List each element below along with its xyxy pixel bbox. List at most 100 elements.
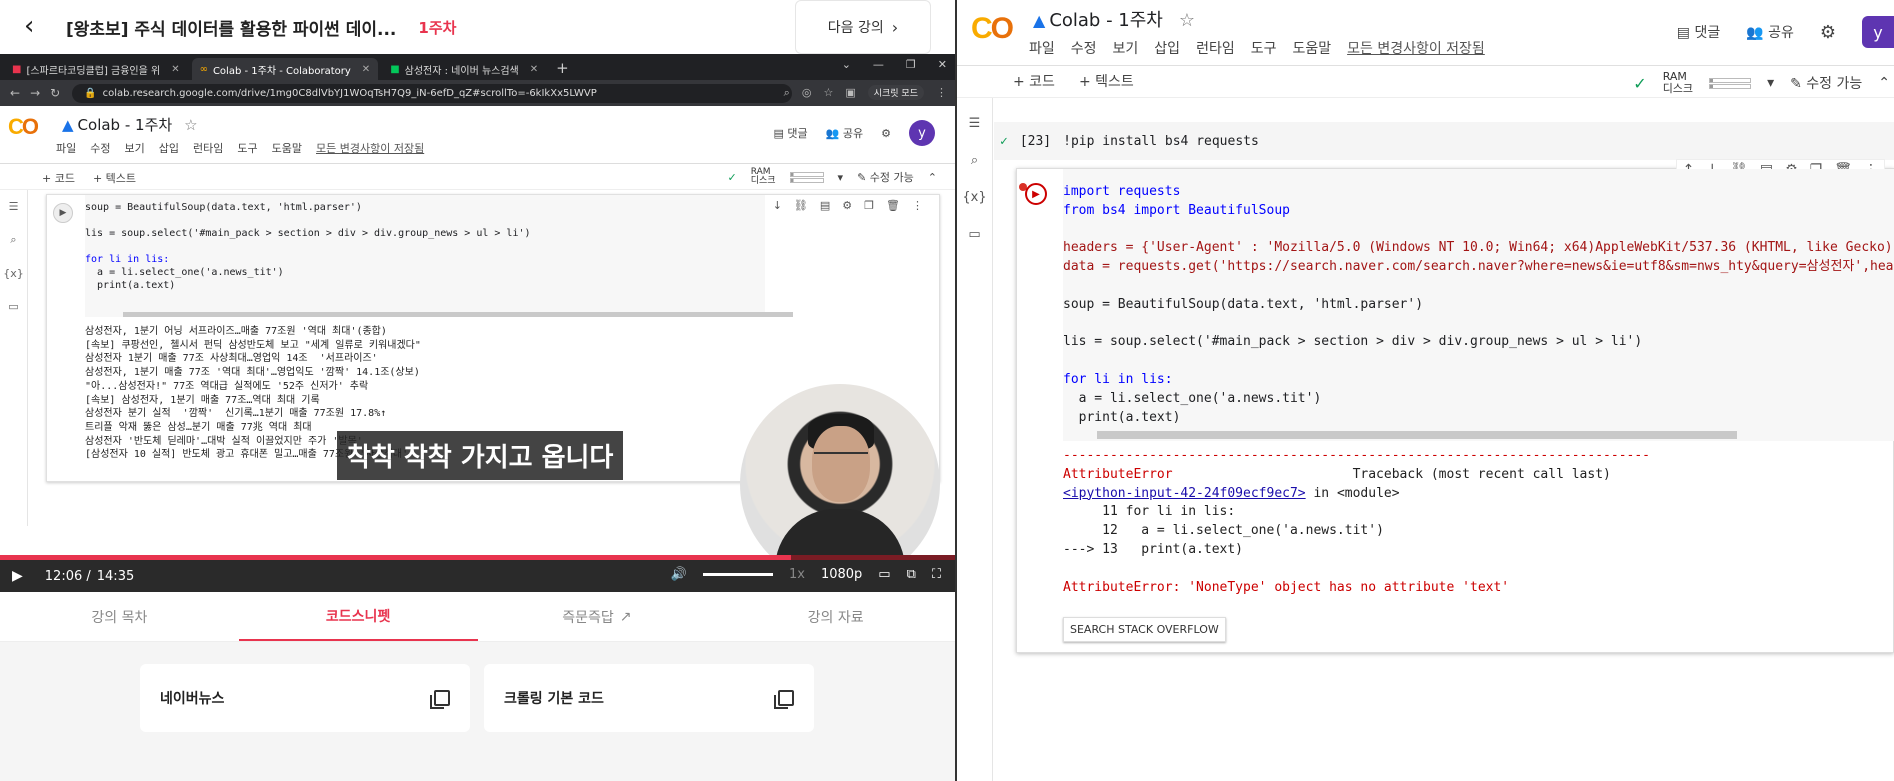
gear-icon[interactable]: ⚙: [842, 199, 852, 212]
browser-tab-active[interactable]: ∞ Colab - 1주차 - Colaboratory ✕: [191, 58, 379, 80]
traceback-link[interactable]: <ipython-input-42-24f09ecf9ec7>: [1063, 486, 1306, 501]
next-lecture-button[interactable]: 다음 강의 ›: [795, 0, 931, 54]
notebook-title[interactable]: ▲ Colab - 1주차 ☆: [1033, 6, 1195, 32]
delete-icon[interactable]: 🗑: [886, 199, 900, 212]
edit-mode-button[interactable]: ✎ 수정 가능: [1790, 73, 1862, 93]
code-cell-error[interactable]: ▶ ↑ ↓ ⛓ ▤ ⚙ ❐ 🗑 ⋮ import requestsfrom bs…: [1016, 159, 1894, 653]
kebab-menu-icon[interactable]: ⋮: [912, 199, 923, 212]
menu-view[interactable]: 보기: [1113, 38, 1139, 58]
new-tab-icon[interactable]: +: [556, 59, 569, 80]
move-down-icon[interactable]: ↓: [773, 199, 782, 212]
comment-button[interactable]: ▤ 댓글: [774, 125, 808, 141]
save-status[interactable]: 모든 변경사항이 저장됨: [1347, 38, 1485, 58]
menu-tools[interactable]: 도구: [237, 140, 257, 156]
gear-icon[interactable]: ⚙: [881, 127, 891, 140]
tab-materials[interactable]: 강의 자료: [716, 592, 955, 641]
edit-mode-button[interactable]: ✎ 수정 가능: [857, 169, 914, 185]
menu-edit[interactable]: 수정: [1071, 38, 1097, 58]
run-cell-icon[interactable]: ▶: [1025, 183, 1047, 205]
menu-file[interactable]: 파일: [1029, 38, 1055, 58]
menu-help[interactable]: 도움말: [272, 140, 302, 156]
menu-runtime[interactable]: 런타임: [1196, 38, 1235, 58]
chevron-down-icon[interactable]: ▾: [1767, 75, 1774, 91]
add-text-button[interactable]: + 텍스트: [93, 170, 136, 186]
volume-slider[interactable]: [702, 573, 773, 576]
menu-runtime[interactable]: 런타임: [193, 140, 223, 156]
eye-off-icon[interactable]: ◎: [802, 86, 812, 99]
volume-icon[interactable]: 🔊: [671, 567, 687, 582]
share-button[interactable]: 👥 공유: [826, 125, 863, 141]
back-arrow-icon[interactable]: ‹: [24, 13, 44, 39]
minimize-icon[interactable]: —: [873, 58, 884, 71]
toc-icon[interactable]: ☰: [969, 116, 981, 131]
tab-qna[interactable]: 즉문즉답 ↗: [478, 592, 717, 641]
search-icon[interactable]: ⌕: [971, 153, 978, 168]
snippet-card[interactable]: 네이버뉴스: [140, 664, 470, 732]
mirror-icon[interactable]: ❐: [864, 199, 874, 212]
reload-icon[interactable]: ↻: [50, 86, 60, 100]
variables-icon[interactable]: {x}: [3, 267, 24, 280]
star-icon[interactable]: ☆: [184, 116, 197, 134]
play-icon[interactable]: ▶: [12, 568, 23, 584]
comment-button[interactable]: ▤ 댓글: [1677, 22, 1720, 42]
tab-code-snippets[interactable]: 코드스니펫: [238, 592, 478, 641]
menu-insert[interactable]: 삽입: [159, 140, 179, 156]
video-player[interactable]: ■ [스파르타코딩클럽] 금융인을 위 ✕ ∞ Colab - 1주차 - Colab…: [0, 54, 955, 592]
avatar[interactable]: y: [909, 120, 935, 146]
copy-icon[interactable]: [430, 690, 450, 709]
forward-icon[interactable]: →: [30, 86, 40, 100]
horizontal-scrollbar[interactable]: [123, 312, 793, 317]
close-icon[interactable]: ✕: [171, 64, 179, 75]
zoom-icon[interactable]: ⌕: [784, 86, 790, 100]
close-icon[interactable]: ✕: [362, 64, 370, 75]
colab-logo-icon[interactable]: CO: [971, 12, 1014, 46]
folder-icon[interactable]: ▭: [968, 227, 980, 242]
save-status[interactable]: 모든 변경사항이 저장됨: [316, 140, 424, 156]
star-icon[interactable]: ☆: [1179, 10, 1195, 31]
fullscreen-icon[interactable]: ⛶: [932, 567, 941, 582]
tab-search-icon[interactable]: ⌄: [842, 58, 851, 71]
resource-meter[interactable]: RAM 디스크: [751, 168, 776, 186]
colab-logo-icon[interactable]: CO: [8, 114, 39, 140]
add-code-button[interactable]: + 코드: [42, 170, 75, 186]
close-icon[interactable]: ✕: [530, 64, 538, 75]
quality-button[interactable]: 1080p: [821, 567, 862, 582]
collapse-icon[interactable]: ⌃: [1878, 75, 1890, 91]
restore-icon[interactable]: ❐: [906, 58, 916, 71]
menu-help[interactable]: 도움말: [1292, 38, 1331, 58]
captions-icon[interactable]: ▭: [878, 567, 890, 582]
search-icon[interactable]: ⌕: [10, 233, 16, 247]
resource-meter[interactable]: RAM 디스크: [1663, 71, 1693, 95]
notebook-title[interactable]: ▲ Colab - 1주차 ☆: [62, 114, 198, 135]
kebab-menu-icon[interactable]: ⋮: [936, 86, 947, 99]
code-editor[interactable]: soup = BeautifulSoup(data.text, 'html.pa…: [85, 195, 765, 317]
chevron-down-icon[interactable]: ▾: [838, 171, 844, 184]
variables-icon[interactable]: {x}: [962, 190, 986, 205]
browser-tab[interactable]: ■ 삼성전자 : 네이버 뉴스검색 ✕: [382, 58, 546, 80]
tab-lecture-index[interactable]: 강의 목차: [0, 592, 239, 641]
menu-file[interactable]: 파일: [56, 140, 76, 156]
menu-insert[interactable]: 삽입: [1154, 38, 1180, 58]
close-window-icon[interactable]: ✕: [938, 58, 947, 71]
browser-tab[interactable]: ■ [스파르타코딩클럽] 금융인을 위 ✕: [4, 58, 188, 80]
add-text-button[interactable]: + 텍스트: [1079, 71, 1134, 91]
avatar[interactable]: y: [1862, 16, 1894, 48]
search-stack-overflow-button[interactable]: SEARCH STACK OVERFLOW: [1063, 617, 1226, 642]
back-icon[interactable]: ←: [10, 86, 20, 100]
toc-icon[interactable]: ☰: [9, 200, 19, 213]
collapse-icon[interactable]: ⌃: [928, 171, 937, 184]
incognito-badge[interactable]: 시크릿 모드: [867, 85, 924, 100]
url-field[interactable]: 🔒 colab.research.google.com/drive/1mg0C8d…: [72, 83, 793, 103]
menu-tools[interactable]: 도구: [1251, 38, 1277, 58]
menu-edit[interactable]: 수정: [90, 140, 110, 156]
copy-icon[interactable]: [774, 690, 794, 709]
horizontal-scrollbar[interactable]: [1097, 431, 1737, 439]
code-editor[interactable]: import requests from bs4 import Beautiful…: [1063, 169, 1894, 441]
snippet-card[interactable]: 크롤링 기본 코드: [484, 664, 814, 732]
speed-button[interactable]: 1x: [789, 567, 805, 582]
pip-icon[interactable]: ⧉: [907, 567, 916, 582]
comment-icon[interactable]: ▤: [820, 199, 830, 212]
share-button[interactable]: 👥 공유: [1746, 22, 1794, 42]
code-cell-pip[interactable]: ✓ [23] !pip install bs4 requests: [994, 122, 1894, 160]
menu-view[interactable]: 보기: [125, 140, 145, 156]
